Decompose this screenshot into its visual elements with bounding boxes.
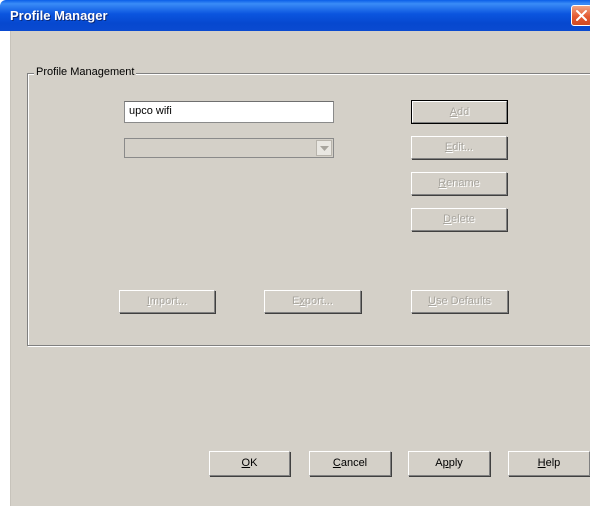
apply-button[interactable]: Apply bbox=[408, 451, 490, 476]
close-button[interactable] bbox=[571, 5, 590, 26]
help-button[interactable]: Help bbox=[508, 451, 590, 476]
profile-name-input[interactable]: upco wifi bbox=[124, 101, 334, 123]
delete-button[interactable]: Delete bbox=[411, 208, 507, 231]
title-bar: Profile Manager bbox=[0, 0, 590, 31]
profile-select-dropdown[interactable] bbox=[124, 138, 334, 158]
group-label: Profile Management bbox=[34, 66, 137, 78]
cancel-button[interactable]: Cancel bbox=[309, 451, 391, 476]
rename-button[interactable]: Rename bbox=[411, 172, 507, 195]
window-title: Profile Manager bbox=[10, 8, 108, 23]
use-defaults-button[interactable]: Use Defaults bbox=[411, 290, 508, 313]
dropdown-arrow-button[interactable] bbox=[316, 140, 332, 156]
dialog-client-area: Profile Management upco wifi Add Edit...… bbox=[10, 31, 590, 506]
edit-button[interactable]: Edit... bbox=[411, 136, 507, 159]
add-button[interactable]: Add bbox=[411, 100, 508, 124]
export-button[interactable]: Export... bbox=[264, 290, 361, 313]
close-icon bbox=[576, 10, 587, 21]
ok-button[interactable]: OK bbox=[209, 451, 290, 476]
chevron-down-icon bbox=[320, 146, 329, 151]
import-button[interactable]: Import... bbox=[119, 290, 215, 313]
profile-manager-window: Profile Manager Profile Management upco … bbox=[0, 0, 590, 506]
window-frame-left bbox=[0, 31, 10, 506]
